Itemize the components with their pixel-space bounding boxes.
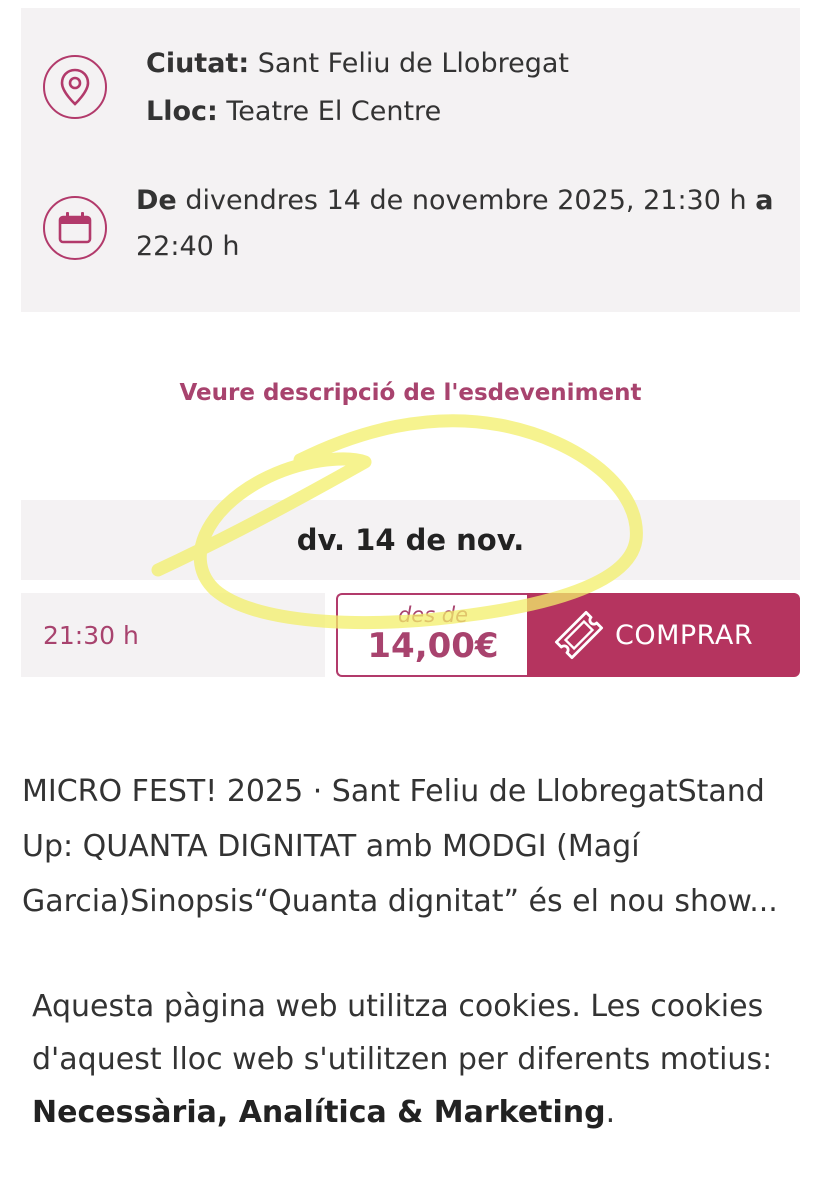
venue-label: Lloc: xyxy=(146,96,218,127)
date-to-label: a xyxy=(755,185,774,216)
city-line: Ciutat: Sant Feliu de Llobregat xyxy=(146,46,569,82)
date-to-value: 22:40 h xyxy=(136,231,240,262)
session-time-cell: 21:30 h xyxy=(21,593,325,677)
date-range: De divendres 14 de novembre 2025, 21:30 … xyxy=(136,178,781,270)
venue-value: Teatre El Centre xyxy=(226,96,442,127)
session-day-label: dv. 14 de nov. xyxy=(296,523,525,557)
event-summary-text: MICRO FEST! 2025 · Sant Feliu de Llobreg… xyxy=(22,774,778,919)
cookie-notice: Aquesta pàgina web utilitza cookies. Les… xyxy=(32,980,792,1139)
calendar-icon xyxy=(43,196,107,260)
cookie-notice-end: . xyxy=(605,1095,616,1130)
buy-button-label: COMPRAR xyxy=(615,619,754,651)
date-from-value: divendres 14 de novembre 2025, 21:30 h xyxy=(185,185,747,216)
venue-line: Lloc: Teatre El Centre xyxy=(146,94,441,130)
city-label: Ciutat: xyxy=(146,48,250,79)
session-day-header: dv. 14 de nov. xyxy=(21,500,800,580)
city-value: Sant Feliu de Llobregat xyxy=(257,48,569,79)
date-from-label: De xyxy=(136,185,177,216)
ticket-icon xyxy=(547,603,611,667)
price-box: des de 14,00€ xyxy=(336,593,528,677)
map-pin-icon xyxy=(43,55,107,119)
event-info-card: Ciutat: Sant Feliu de Llobregat Lloc: Te… xyxy=(21,8,800,312)
price-from-label: des de xyxy=(397,603,469,627)
cookie-categories: Necessària, Analítica & Marketing xyxy=(32,1095,606,1130)
buy-button[interactable]: COMPRAR xyxy=(527,593,800,677)
session-time: 21:30 h xyxy=(43,620,139,650)
view-description-link[interactable]: Veure descripció de l'esdeveniment xyxy=(0,380,821,406)
price-value: 14,00€ xyxy=(367,626,499,666)
cookie-notice-text: Aquesta pàgina web utilitza cookies. Les… xyxy=(32,989,773,1077)
